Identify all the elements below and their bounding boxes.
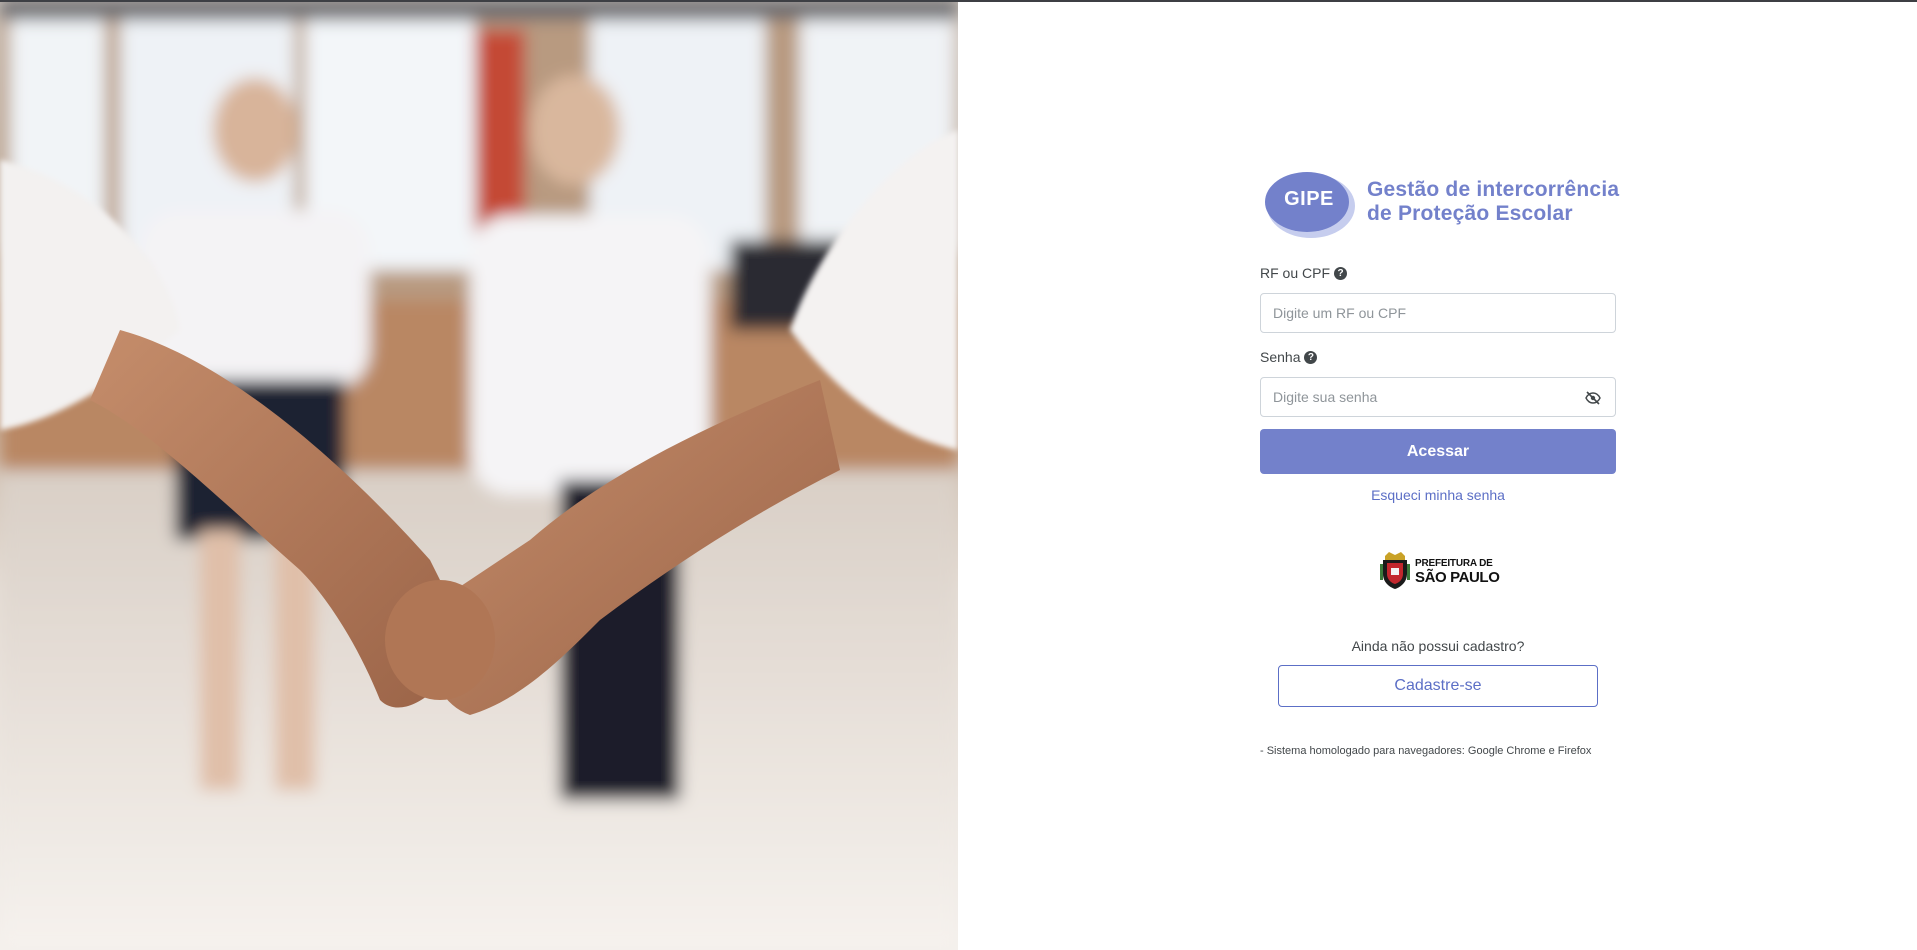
- logo-abbreviation: GIPE: [1284, 188, 1334, 210]
- city-logo-line1: PREFEITURA DE: [1415, 558, 1493, 569]
- forgot-password-link[interactable]: Esqueci minha senha: [1260, 487, 1616, 503]
- eye-slash-icon[interactable]: [1585, 391, 1601, 405]
- username-field[interactable]: [1260, 293, 1616, 333]
- help-icon[interactable]: ?: [1304, 350, 1318, 364]
- password-field[interactable]: [1260, 377, 1616, 417]
- logo-title-line1: Gestão de intercorrência: [1367, 178, 1620, 201]
- signup-button[interactable]: Cadastre-se: [1278, 665, 1598, 707]
- help-icon[interactable]: ?: [1334, 266, 1348, 280]
- username-label-text: RF ou CPF: [1260, 265, 1331, 281]
- login-button[interactable]: Acessar: [1260, 429, 1616, 474]
- gipe-logo: GIPE Gestão de intercorrência de Proteçã…: [1261, 168, 1620, 240]
- logo-title-line2: de Proteção Escolar: [1367, 202, 1573, 225]
- password-input[interactable]: [1261, 378, 1615, 416]
- hero-photo: [0, 0, 958, 950]
- password-label-text: Senha: [1260, 349, 1301, 365]
- signup-prompt: Ainda não possui cadastro?: [1351, 638, 1525, 654]
- city-seal-icon: [1380, 552, 1410, 589]
- top-border: [0, 0, 1917, 2]
- prefeitura-sao-paulo-logo: PREFEITURA DE SÃO PAULO: [1380, 552, 1500, 590]
- password-label: Senha ?: [1260, 349, 1318, 365]
- username-label: RF ou CPF ?: [1260, 265, 1348, 281]
- city-logo-line2: SÃO PAULO: [1415, 569, 1500, 586]
- browser-support-note: - Sistema homologado para navegadores: G…: [1260, 745, 1592, 757]
- username-input[interactable]: [1261, 294, 1615, 332]
- login-panel: [958, 0, 1917, 950]
- children-holding-hands-photo: [0, 0, 958, 950]
